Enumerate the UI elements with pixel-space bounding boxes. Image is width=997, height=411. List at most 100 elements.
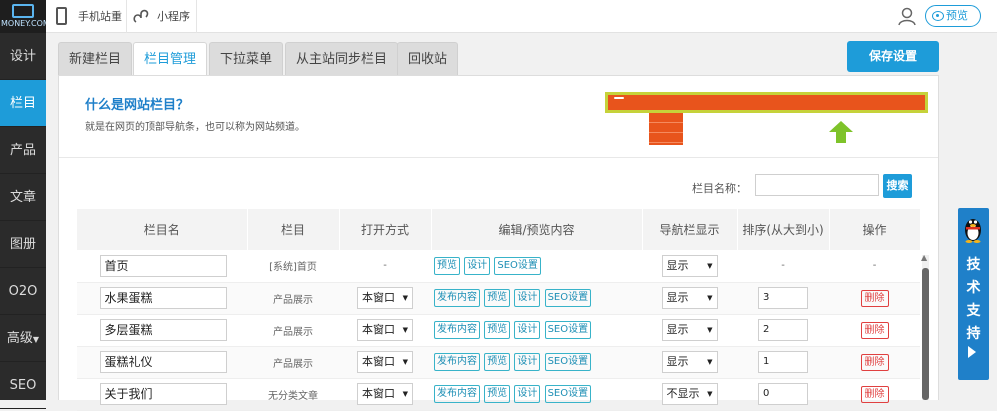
- seo-action[interactable]: SEO设置: [544, 289, 592, 307]
- delete-button[interactable]: 删除: [860, 289, 889, 307]
- preview-action[interactable]: 预览: [484, 385, 511, 403]
- search-input[interactable]: [755, 174, 879, 196]
- sidebar-item-seo[interactable]: SEO: [0, 362, 46, 409]
- open-mode-select[interactable]: 本窗口: [357, 383, 413, 405]
- mini-program-icon: [133, 9, 149, 23]
- open-mode: -: [339, 250, 431, 283]
- column-type: 产品展示: [247, 314, 339, 347]
- table-row: 首页 [系统]首页 - 预览 设计 SEO设置 显示 - -: [77, 250, 920, 283]
- sidebar-item-design[interactable]: 设计: [0, 33, 46, 80]
- nav-display-select[interactable]: 显示: [661, 319, 718, 341]
- scrollbar-thumb[interactable]: [922, 268, 929, 400]
- main-panel: 什么是网站栏目？ 就是在网页的顶部导航条，也可以称为网站频道。 栏目名称： 搜索: [58, 75, 939, 411]
- preview-action[interactable]: 预览: [484, 289, 511, 307]
- sort-input[interactable]: 2: [758, 319, 808, 341]
- preview-action[interactable]: 预览: [484, 353, 511, 371]
- open-mode-select[interactable]: 本窗口: [357, 319, 413, 341]
- sort-input[interactable]: 0: [758, 383, 808, 405]
- nav-display-select[interactable]: 显示: [661, 351, 718, 373]
- nav-display-select[interactable]: 显示: [661, 254, 718, 277]
- table-header-row: 栏目名 栏目 打开方式 编辑/预览内容 导航栏显示 排序(从大到小) 操作: [77, 209, 921, 250]
- seo-action[interactable]: SEO设置: [544, 353, 592, 371]
- table-row: 关于我们 无分类文章 本窗口 发布内容 预览 设计 SEO设置 不显示 0 删除: [77, 378, 920, 411]
- design-action[interactable]: 设计: [514, 353, 541, 371]
- design-action[interactable]: 设计: [514, 321, 541, 339]
- support-char: 术: [966, 280, 981, 296]
- column-name-input[interactable]: 蛋糕礼仪: [99, 351, 227, 373]
- sidebar-item-o2o[interactable]: O2O: [0, 268, 46, 315]
- support-char: 技: [966, 257, 981, 273]
- sort-input[interactable]: 1: [758, 351, 808, 373]
- nav-display-select[interactable]: 不显示: [661, 383, 718, 405]
- column-type: 产品展示: [247, 282, 339, 315]
- preview-label: 预览: [946, 9, 968, 22]
- arrow-right-icon: [968, 346, 976, 358]
- column-name-input[interactable]: 关于我们: [99, 383, 227, 405]
- seo-action[interactable]: SEO设置: [544, 321, 592, 339]
- divider: [196, 0, 197, 33]
- column-type: 产品展示: [247, 346, 339, 379]
- seo-action[interactable]: SEO设置: [494, 256, 541, 275]
- open-mode-select[interactable]: 本窗口: [357, 287, 413, 309]
- table-row: 蛋糕礼仪 产品展示 本窗口 发布内容 预览 设计 SEO设置 显示 1 删除: [77, 346, 920, 379]
- column-header: 导航栏显示: [642, 209, 738, 250]
- preview-action[interactable]: 预览: [434, 256, 460, 275]
- delete-button[interactable]: 删除: [860, 353, 889, 371]
- tab-column-management[interactable]: 栏目管理: [133, 42, 208, 77]
- intro-description: 就是在网页的顶部导航条，也可以称为网站频道。: [85, 122, 305, 133]
- table-row: 水果蛋糕 产品展示 本窗口 发布内容 预览 设计 SEO设置 显示 3 删除: [77, 282, 920, 315]
- search-label: 栏目名称：: [692, 182, 747, 195]
- column-type: 无分类文章: [247, 378, 339, 411]
- sidebar-item-articles[interactable]: 文章: [0, 174, 46, 221]
- design-action[interactable]: 设计: [514, 289, 541, 307]
- tab-recycle-bin[interactable]: 回收站: [397, 42, 459, 76]
- publish-content-action[interactable]: 发布内容: [434, 353, 480, 371]
- table-row: 多层蛋糕 产品展示 本窗口 发布内容 预览 设计 SEO设置 显示 2 删除: [77, 314, 920, 347]
- delete-button[interactable]: 删除: [860, 321, 889, 339]
- phone-icon: [56, 7, 67, 25]
- nav-demo-illustration: [605, 92, 928, 113]
- column-header: 操作: [829, 209, 921, 250]
- save-settings-button[interactable]: 保存设置: [847, 41, 939, 72]
- logo[interactable]: MONEY.COM: [0, 0, 46, 33]
- logo-text: MONEY.COM: [1, 19, 46, 28]
- support-char: 持: [966, 326, 981, 342]
- column-header: 排序(从大到小): [737, 209, 830, 250]
- preview-button[interactable]: 预览: [925, 5, 981, 27]
- dropdown-demo-illustration: [649, 113, 683, 145]
- column-name-input[interactable]: 水果蛋糕: [99, 287, 227, 309]
- column-name-input[interactable]: 多层蛋糕: [99, 319, 227, 341]
- columns-table: 栏目名 栏目 打开方式 编辑/预览内容 导航栏显示 排序(从大到小) 操作 首页…: [77, 209, 921, 411]
- user-icon[interactable]: [897, 6, 917, 26]
- tab-sync-columns[interactable]: 从主站同步栏目: [285, 42, 399, 76]
- tab-new-column[interactable]: 新建栏目: [58, 42, 133, 76]
- open-mode-select[interactable]: 本窗口: [357, 351, 413, 373]
- tab-dropdown-menu[interactable]: 下拉菜单: [209, 42, 284, 76]
- arrow-up-icon: [829, 121, 853, 143]
- design-action[interactable]: 设计: [514, 385, 541, 403]
- sidebar-item-advanced[interactable]: 高级▼: [0, 315, 46, 362]
- sidebar-item-albums[interactable]: 图册: [0, 221, 46, 268]
- nav-demo-item: [614, 97, 624, 99]
- search-button[interactable]: 搜索: [883, 174, 912, 198]
- mini-program-link[interactable]: 小程序: [157, 0, 190, 33]
- eye-icon: [932, 11, 944, 21]
- publish-content-action[interactable]: 发布内容: [434, 289, 480, 307]
- caret-down-icon: ▼: [32, 335, 40, 344]
- nav-display-select[interactable]: 显示: [661, 287, 718, 309]
- sidebar-item-products[interactable]: 产品: [0, 127, 46, 174]
- intro-title: 什么是网站栏目？: [85, 98, 190, 113]
- seo-action[interactable]: SEO设置: [544, 385, 592, 403]
- mobile-site-link[interactable]: 手机站重: [78, 0, 122, 33]
- publish-content-action[interactable]: 发布内容: [434, 321, 480, 339]
- monitor-icon: [12, 4, 34, 18]
- sort-input[interactable]: 3: [758, 287, 808, 309]
- scroll-up-icon[interactable]: ▲: [921, 253, 927, 262]
- sidebar-item-columns[interactable]: 栏目: [0, 80, 46, 127]
- design-action[interactable]: 设计: [464, 256, 491, 275]
- column-name-input[interactable]: 首页: [99, 254, 227, 277]
- publish-content-action[interactable]: 发布内容: [434, 385, 480, 403]
- top-bar: 手机站重 小程序 预览: [46, 0, 997, 33]
- preview-action[interactable]: 预览: [484, 321, 511, 339]
- sort-value: -: [737, 250, 829, 283]
